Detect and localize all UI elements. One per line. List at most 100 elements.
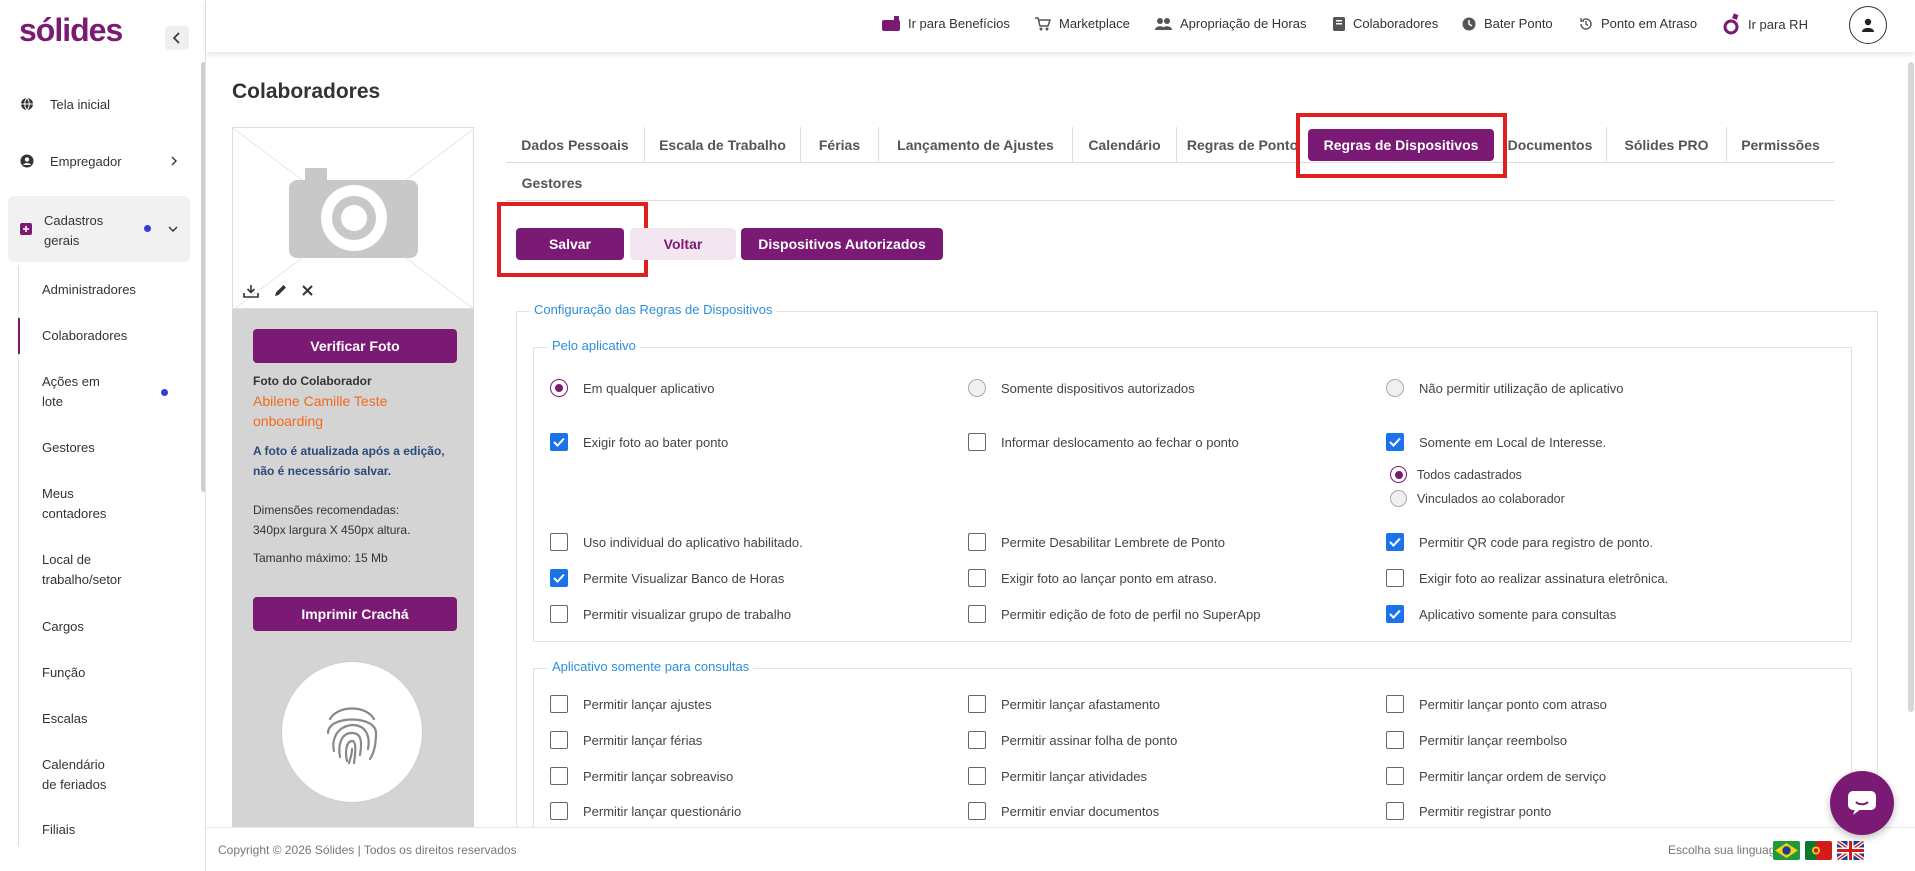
tab-permissoes[interactable]: Permissões	[1726, 127, 1834, 163]
sidebar-subitem-administradores[interactable]: Administradores	[42, 280, 182, 300]
checkbox-consult-only[interactable]: Aplicativo somente para consultas	[1386, 605, 1616, 623]
sidebar-subitem-cargos[interactable]: Cargos	[42, 617, 182, 637]
radio-no-app[interactable]: Não permitir utilização de aplicativo	[1386, 379, 1623, 397]
topbar-link-ponto-atraso[interactable]: Ponto em Atraso	[1579, 16, 1697, 31]
chat-support-button[interactable]	[1830, 771, 1894, 835]
checkbox[interactable]	[968, 433, 986, 451]
checkbox-launch-service-order[interactable]: Permitir lançar ordem de serviço	[1386, 767, 1606, 785]
checkbox-inform-displacement[interactable]: Informar deslocamento ao fechar o ponto	[968, 433, 1239, 451]
photo-placeholder[interactable]	[232, 127, 474, 309]
checkbox-launch-late-punch[interactable]: Permitir lançar ponto com atraso	[1386, 695, 1607, 713]
sidebar-subitem-colaboradores[interactable]: Colaboradores	[42, 326, 182, 346]
checkbox[interactable]	[550, 695, 568, 713]
checkbox-individual-app[interactable]: Uso individual do aplicativo habilitado.	[550, 533, 803, 551]
checkbox-qr-code[interactable]: Permitir QR code para registro de ponto.	[1386, 533, 1653, 551]
checkbox-disable-reminder[interactable]: Permite Desabilitar Lembrete de Ponto	[968, 533, 1225, 551]
user-avatar-button[interactable]	[1849, 6, 1887, 44]
save-button[interactable]: Salvar	[516, 228, 624, 260]
sidebar-item-employer[interactable]: Empregador	[8, 151, 190, 171]
checkbox[interactable]	[968, 695, 986, 713]
checkbox[interactable]	[968, 533, 986, 551]
flag-uk-icon[interactable]	[1837, 841, 1864, 860]
sidebar-item-home[interactable]: Tela inicial	[8, 94, 190, 114]
sidebar-subitem-meus-contadores[interactable]: Meus contadores	[42, 484, 122, 524]
sidebar-subitem-filiais[interactable]: Filiais	[42, 820, 182, 840]
checkbox[interactable]	[550, 802, 568, 820]
checkbox-interest-location[interactable]: Somente em Local de Interesse.	[1386, 433, 1606, 451]
checkbox[interactable]	[968, 731, 986, 749]
radio-linked-employee[interactable]: Vinculados ao colaborador	[1390, 490, 1565, 507]
tab-gestores[interactable]: Gestores	[506, 166, 598, 200]
checkbox-launch-activities[interactable]: Permitir lançar atividades	[968, 767, 1147, 785]
checkbox-launch-vacation[interactable]: Permitir lançar férias	[550, 731, 702, 749]
checkbox-photo-signature[interactable]: Exigir foto ao realizar assinatura eletr…	[1386, 569, 1668, 587]
checkbox-sign-timesheet[interactable]: Permitir assinar folha de ponto	[968, 731, 1177, 749]
tab-calendario[interactable]: Calendário	[1072, 127, 1176, 163]
checkbox[interactable]	[550, 605, 568, 623]
tab-ferias[interactable]: Férias	[800, 127, 878, 163]
sidebar-subitem-gestores[interactable]: Gestores	[42, 438, 182, 458]
checkbox-send-documents[interactable]: Permitir enviar documentos	[968, 802, 1159, 820]
checkbox-photo-late-punch[interactable]: Exigir foto ao lançar ponto em atraso.	[968, 569, 1217, 587]
verify-photo-button[interactable]: Verificar Foto	[253, 329, 457, 363]
checkbox-launch-refund[interactable]: Permitir lançar reembolso	[1386, 731, 1567, 749]
fingerprint-button[interactable]	[282, 662, 422, 802]
radio-button[interactable]	[1386, 379, 1404, 397]
collapse-sidebar-button[interactable]	[165, 26, 189, 50]
checkbox-launch-adjustments[interactable]: Permitir lançar ajustes	[550, 695, 712, 713]
checkbox[interactable]	[550, 569, 568, 587]
sidebar-group-cadastros[interactable]: Cadastros gerais	[8, 196, 190, 262]
flag-portugal-icon[interactable]	[1805, 841, 1832, 860]
checkbox-launch-standby[interactable]: Permitir lançar sobreaviso	[550, 767, 733, 785]
tab-escala-trabalho[interactable]: Escala de Trabalho	[644, 127, 800, 163]
radio-button[interactable]	[968, 379, 986, 397]
tab-dados-pessoais[interactable]: Dados Pessoais	[506, 127, 644, 163]
checkbox[interactable]	[550, 731, 568, 749]
checkbox[interactable]	[1386, 569, 1404, 587]
checkbox[interactable]	[1386, 433, 1404, 451]
checkbox-view-hour-bank[interactable]: Permite Visualizar Banco de Horas	[550, 569, 784, 587]
close-icon[interactable]	[302, 285, 313, 296]
print-badge-button[interactable]: Imprimir Crachá	[253, 597, 457, 631]
topbar-link-beneficios[interactable]: Ir para Benefícios	[882, 16, 1010, 31]
flag-brazil-icon[interactable]	[1773, 841, 1800, 860]
checkbox[interactable]	[968, 767, 986, 785]
checkbox[interactable]	[968, 569, 986, 587]
sidebar-scrollbar[interactable]	[201, 62, 205, 492]
authorized-devices-button[interactable]: Dispositivos Autorizados	[741, 228, 943, 260]
radio-all-registered[interactable]: Todos cadastrados	[1390, 466, 1522, 483]
radio-authorized-only[interactable]: Somente dispositivos autorizados	[968, 379, 1195, 397]
checkbox-edit-profile-photo[interactable]: Permitir edição de foto de perfil no Sup…	[968, 605, 1260, 623]
checkbox[interactable]	[1386, 731, 1404, 749]
sidebar-subitem-funcao[interactable]: Função	[42, 663, 182, 683]
radio-button[interactable]	[1390, 466, 1407, 483]
tab-solides-pro[interactable]: Sólides PRO	[1606, 127, 1726, 163]
checkbox[interactable]	[968, 605, 986, 623]
checkbox[interactable]	[550, 433, 568, 451]
sidebar-subitem-escalas[interactable]: Escalas	[42, 709, 182, 729]
sidebar-subitem-calendario-feriados[interactable]: Calendário de feriados	[42, 755, 122, 795]
topbar-link-colaboradores[interactable]: Colaboradores	[1333, 16, 1438, 31]
pencil-icon[interactable]	[273, 283, 288, 298]
sidebar-subitem-acoes-em-lote[interactable]: Ações em lote	[42, 372, 112, 412]
checkbox[interactable]	[550, 533, 568, 551]
tab-lancamento-ajustes[interactable]: Lançamento de Ajustes	[878, 127, 1072, 163]
checkbox[interactable]	[1386, 802, 1404, 820]
topbar-link-bater-ponto[interactable]: Bater Ponto	[1462, 16, 1553, 31]
checkbox-launch-leave[interactable]: Permitir lançar afastamento	[968, 695, 1160, 713]
checkbox[interactable]	[1386, 533, 1404, 551]
checkbox-register-punch[interactable]: Permitir registrar ponto	[1386, 802, 1551, 820]
radio-button[interactable]	[1390, 490, 1407, 507]
back-button[interactable]: Voltar	[630, 228, 736, 260]
sidebar-subitem-local-trabalho[interactable]: Local de trabalho/setor	[42, 550, 142, 590]
checkbox[interactable]	[1386, 605, 1404, 623]
topbar-link-marketplace[interactable]: Marketplace	[1035, 16, 1130, 31]
checkbox-launch-questionnaire[interactable]: Permitir lançar questionário	[550, 802, 741, 820]
download-icon[interactable]	[243, 284, 259, 298]
checkbox[interactable]	[1386, 695, 1404, 713]
checkbox-require-photo[interactable]: Exigir foto ao bater ponto	[550, 433, 728, 451]
brand-logo[interactable]: sólides	[19, 12, 123, 49]
topbar-link-rh[interactable]: Ir para RH	[1722, 13, 1808, 35]
page-scrollbar[interactable]	[1908, 62, 1914, 712]
radio-button[interactable]	[550, 379, 568, 397]
